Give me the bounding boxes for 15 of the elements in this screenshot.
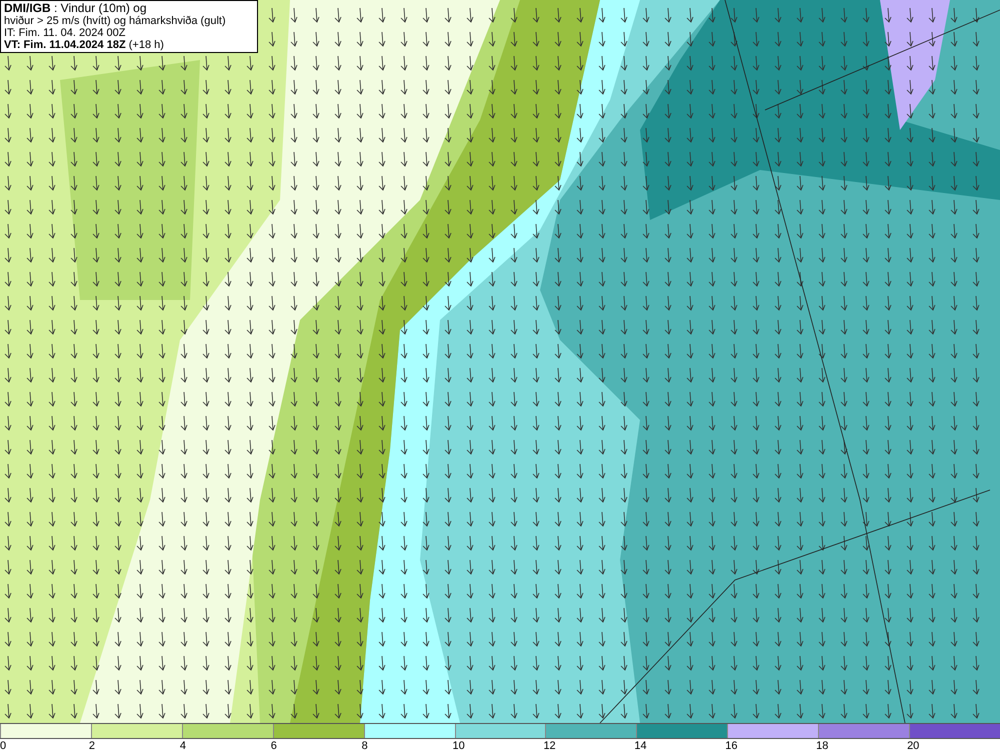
info-text: DMI/IGB : Vindur (10m) og <box>4 2 148 15</box>
legend-tick-label: 4 <box>180 739 186 753</box>
legend-tick-label: 16 <box>725 739 738 753</box>
info-text: hviður > 25 m/s (hvítt) og hámarkshviða (gult) <box>4 15 227 27</box>
legend-tick-label: 14 <box>634 739 647 753</box>
legend-tick-label: 8 <box>362 739 368 753</box>
legend-tick-label: 18 <box>816 739 828 753</box>
legend-tick-label: 6 <box>270 739 277 753</box>
legend-tick-label: 12 <box>543 739 556 753</box>
info-text: IT: Fim. 11. 04. 2024 00Z <box>4 27 126 39</box>
legend-tick-label: 10 <box>452 739 465 753</box>
legend-tick-label: 0 <box>0 739 6 753</box>
legend-tick-label: 20 <box>907 739 920 753</box>
legend-tick-label: 2 <box>88 739 96 753</box>
info-text: VT: Fim. 11.04.2024 18Z (+18 h) <box>4 39 165 51</box>
